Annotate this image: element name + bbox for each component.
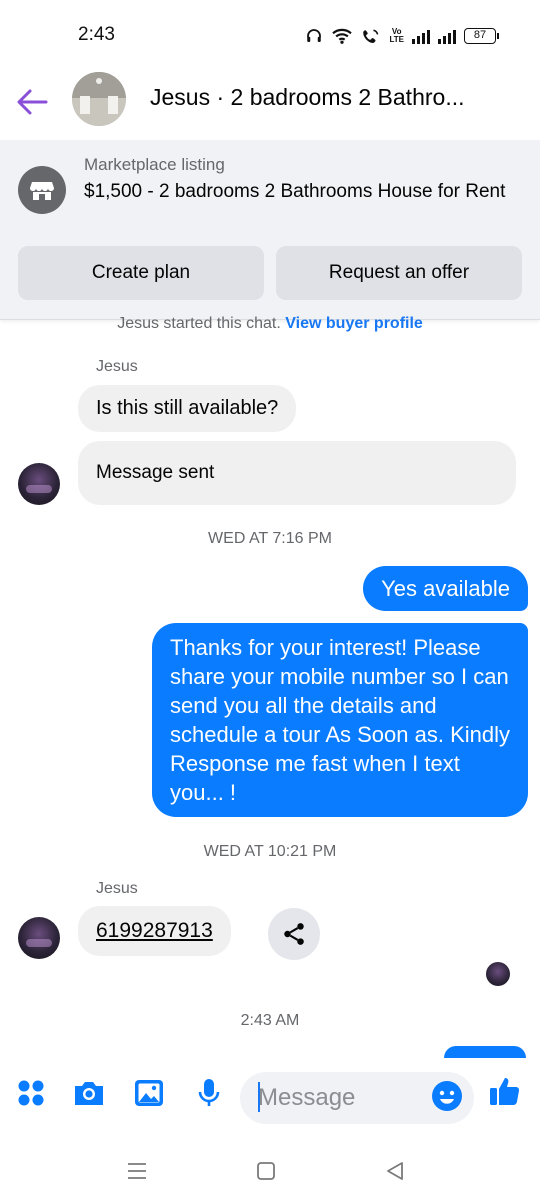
back-arrow-icon (17, 89, 48, 115)
signal-icon-2 (438, 28, 456, 44)
back-icon (387, 1162, 403, 1180)
text-cursor (258, 1082, 260, 1112)
chat-started-text: Jesus started this chat. (117, 315, 281, 332)
incoming-message[interactable]: Is this still available? (78, 385, 297, 432)
request-offer-button[interactable]: Request an offer (276, 246, 522, 300)
gallery-icon (135, 1080, 163, 1106)
headphones-icon (307, 29, 322, 42)
share-button[interactable] (268, 908, 320, 960)
microphone-icon (198, 1079, 220, 1106)
timestamp: WED AT 7:16 PM (208, 530, 332, 547)
listing-title[interactable]: $1,500 - 2 badrooms 2 Bathrooms House fo… (84, 180, 524, 204)
gallery-button[interactable] (132, 1076, 166, 1110)
contact-avatar[interactable] (18, 463, 60, 505)
apps-icon (18, 1080, 44, 1106)
marketplace-icon (18, 166, 66, 214)
listing-label: Marketplace listing (84, 155, 225, 174)
wifi-calling-icon (363, 29, 379, 43)
chat-title[interactable]: Jesus · 2 badrooms 2 Bathro... (150, 84, 502, 111)
signal-icon (412, 28, 430, 44)
like-button[interactable] (488, 1074, 522, 1108)
home-button[interactable] (251, 1156, 281, 1186)
wifi-icon (332, 28, 353, 44)
view-buyer-profile-link[interactable]: View buyer profile (285, 315, 423, 332)
timestamp-2: WED AT 10:21 PM (203, 843, 337, 860)
share-icon (284, 923, 304, 945)
contact-avatar-2[interactable] (18, 917, 60, 959)
thumbs-up-icon (490, 1078, 520, 1105)
back-nav-button[interactable] (380, 1156, 410, 1186)
outgoing-message[interactable]: Yes available (363, 566, 528, 611)
outgoing-message-partial[interactable] (444, 1046, 526, 1058)
status-bar: 2:43 Vo LTE 87 (0, 0, 540, 72)
menu-icon (128, 1163, 146, 1179)
emoji-icon (432, 1081, 462, 1111)
system-navigation-bar (0, 1144, 540, 1200)
camera-icon (75, 1082, 103, 1105)
back-button[interactable] (12, 82, 52, 122)
listing-photo (72, 72, 126, 126)
battery-icon: 87 (464, 28, 499, 44)
phone-number-message[interactable]: 6199287913 (78, 906, 231, 956)
sender-name: Jesus (96, 358, 138, 375)
camera-button[interactable] (72, 1076, 106, 1110)
recent-apps-button[interactable] (122, 1156, 152, 1186)
chat-header: Jesus · 2 badrooms 2 Bathro... (0, 72, 540, 140)
composer (0, 1058, 540, 1144)
seen-receipt-avatar (486, 962, 510, 986)
storefront-icon (30, 182, 54, 200)
chat-started-line: Jesus started this chat. View buyer prof… (0, 315, 540, 333)
listing-avatar[interactable] (72, 72, 126, 126)
status-time: 2:43 (78, 24, 115, 45)
timestamp-3: 2:43 AM (240, 1012, 300, 1029)
outgoing-message-long[interactable]: Thanks for your interest! Please share y… (152, 623, 528, 817)
marketplace-listing-panel[interactable]: Marketplace listing $1,500 - 2 badrooms … (0, 140, 540, 320)
incoming-message-sent[interactable]: Message sent (78, 441, 516, 505)
create-plan-button[interactable]: Create plan (18, 246, 264, 300)
home-icon (257, 1162, 275, 1180)
sender-name-2: Jesus (96, 880, 138, 897)
emoji-button[interactable] (430, 1079, 464, 1113)
microphone-button[interactable] (192, 1076, 226, 1110)
apps-button[interactable] (14, 1076, 48, 1110)
status-icons: Vo LTE 87 (305, 26, 499, 46)
volte-indicator: Vo LTE (389, 27, 404, 44)
